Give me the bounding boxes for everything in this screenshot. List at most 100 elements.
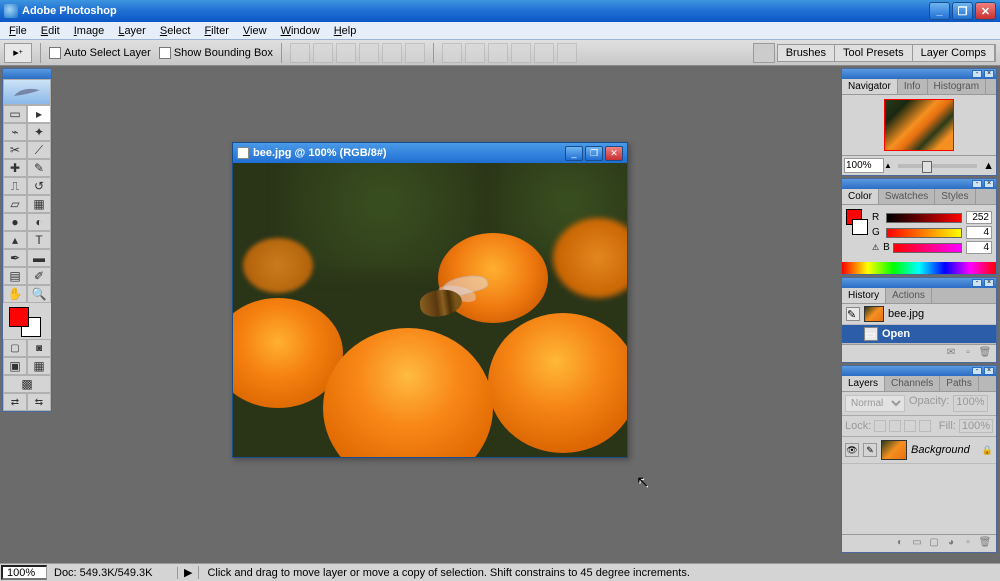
g-slider[interactable] (886, 228, 962, 238)
pen-tool[interactable]: ✒ (3, 249, 27, 267)
status-doc-size[interactable]: Doc: 549.3K/549.3K (48, 567, 178, 579)
close-button[interactable]: ✕ (975, 2, 996, 20)
quickmask-mode-icon[interactable]: ◙ (27, 339, 51, 357)
layer-name-label[interactable]: Background (911, 444, 970, 456)
dock-tab-comps[interactable]: Layer Comps (913, 45, 995, 61)
status-zoom-input[interactable] (1, 565, 47, 580)
jump-imageready-icon[interactable]: ⇄ (3, 393, 27, 411)
eraser-tool[interactable]: ▱ (3, 195, 27, 213)
screen-standard-icon[interactable]: ▣ (3, 357, 27, 375)
b-value-input[interactable] (966, 241, 992, 254)
foreground-color-swatch[interactable] (9, 307, 29, 327)
tab-navigator[interactable]: Navigator (842, 79, 898, 94)
tab-paths[interactable]: Paths (940, 376, 979, 391)
panel-minimize-button[interactable]: - (972, 70, 982, 78)
layer-link-icon[interactable]: ✎ (863, 443, 877, 457)
minimize-button[interactable]: _ (929, 2, 950, 20)
g-value-input[interactable] (966, 226, 992, 239)
panel-minimize-button[interactable]: - (972, 367, 982, 375)
tab-histogram[interactable]: Histogram (928, 79, 987, 94)
move-tool[interactable]: ▸ (27, 105, 51, 123)
b-slider[interactable] (893, 243, 962, 253)
delete-layer-icon[interactable]: 🗑 (978, 537, 992, 551)
toolbox-titlebar[interactable] (3, 69, 51, 79)
panel-close-button[interactable]: × (984, 70, 994, 78)
path-select-tool[interactable]: ▴ (3, 231, 27, 249)
history-brush-tool[interactable]: ↺ (27, 177, 51, 195)
panel-minimize-button[interactable]: - (972, 180, 982, 188)
doc-close-button[interactable]: ✕ (605, 146, 623, 161)
jump-other-icon[interactable]: ⇆ (27, 393, 51, 411)
color-picker-area[interactable] (3, 303, 51, 339)
screen-full-menu-icon[interactable]: ▦ (27, 357, 51, 375)
screen-full-icon[interactable]: ▩ (3, 375, 51, 393)
new-document-icon[interactable]: ▫ (961, 347, 975, 361)
hand-tool[interactable]: ✋ (3, 285, 27, 303)
gradient-tool[interactable]: ▦ (27, 195, 51, 213)
color-bg-swatch[interactable] (852, 219, 868, 235)
new-set-icon[interactable]: ▢ (927, 537, 941, 551)
r-value-input[interactable] (966, 211, 992, 224)
notes-tool[interactable]: ▤ (3, 267, 27, 285)
menu-help[interactable]: Help (327, 23, 364, 39)
bounding-box-checkbox[interactable]: Show Bounding Box (159, 47, 273, 59)
new-layer-icon[interactable]: ▫ (961, 537, 975, 551)
dodge-tool[interactable]: ◐ (27, 213, 51, 231)
stamp-tool[interactable]: ⎍ (3, 177, 27, 195)
panel-close-button[interactable]: × (984, 367, 994, 375)
navigator-thumbnail[interactable] (884, 99, 954, 151)
new-snapshot-icon[interactable]: ✉ (944, 347, 958, 361)
layer-background-row[interactable]: 👁 ✎ Background 🔒 (842, 437, 996, 464)
panel-close-button[interactable]: × (984, 279, 994, 287)
color-spectrum[interactable] (842, 262, 996, 274)
shape-tool[interactable]: ▬ (27, 249, 51, 267)
panel-minimize-button[interactable]: - (972, 279, 982, 287)
layer-thumbnail[interactable] (881, 440, 907, 460)
panel-close-button[interactable]: × (984, 180, 994, 188)
doc-maximize-button[interactable]: ❐ (585, 146, 603, 161)
tab-info[interactable]: Info (898, 79, 928, 94)
slice-tool[interactable]: ⟋ (27, 141, 51, 159)
tab-history[interactable]: History (842, 288, 886, 303)
adjustment-layer-icon[interactable]: ◕ (944, 537, 958, 551)
menu-file[interactable]: File (2, 23, 34, 39)
eyedropper-tool[interactable]: ✐ (27, 267, 51, 285)
menu-image[interactable]: Image (67, 23, 112, 39)
tab-channels[interactable]: Channels (885, 376, 940, 391)
document-canvas[interactable] (233, 163, 627, 457)
wand-tool[interactable]: ✦ (27, 123, 51, 141)
navigator-zoom-input[interactable] (844, 158, 884, 173)
menu-filter[interactable]: Filter (197, 23, 235, 39)
standard-mode-icon[interactable]: ▢ (3, 339, 27, 357)
dock-tab-presets[interactable]: Tool Presets (835, 45, 913, 61)
tab-color[interactable]: Color (842, 189, 879, 204)
auto-select-checkbox[interactable]: Auto Select Layer (49, 47, 151, 59)
heal-tool[interactable]: ✚ (3, 159, 27, 177)
visibility-icon[interactable]: 👁 (845, 443, 859, 457)
history-step-open[interactable]: ▭ Open (842, 325, 996, 344)
marquee-tool[interactable]: ▭ (3, 105, 27, 123)
tab-styles[interactable]: Styles (935, 189, 975, 204)
palette-well-icon[interactable] (753, 43, 775, 63)
zoom-in-icon[interactable]: ▲ (983, 160, 994, 172)
menu-select[interactable]: Select (153, 23, 198, 39)
blur-tool[interactable]: ● (3, 213, 27, 231)
zoom-tool[interactable]: 🔍 (27, 285, 51, 303)
lasso-tool[interactable]: ⌁ (3, 123, 27, 141)
zoom-out-icon[interactable]: ▲ (884, 161, 892, 170)
brush-tool[interactable]: ✎ (27, 159, 51, 177)
menu-view[interactable]: View (236, 23, 274, 39)
status-menu-arrow-icon[interactable]: ▶ (178, 566, 199, 579)
zoom-slider[interactable] (898, 164, 977, 168)
layer-mask-icon[interactable]: ▭ (910, 537, 924, 551)
tab-swatches[interactable]: Swatches (879, 189, 935, 204)
history-brush-source-icon[interactable]: ✎ (846, 307, 860, 321)
current-tool-icon[interactable]: ▸+ (4, 43, 32, 63)
type-tool[interactable]: T (27, 231, 51, 249)
tab-layers[interactable]: Layers (842, 376, 885, 391)
document-titlebar[interactable]: bee.jpg @ 100% (RGB/8#) _ ❐ ✕ (233, 143, 627, 163)
doc-minimize-button[interactable]: _ (565, 146, 583, 161)
menu-edit[interactable]: Edit (34, 23, 67, 39)
history-source-row[interactable]: ✎ bee.jpg (842, 304, 996, 325)
layer-style-icon[interactable]: ◐ (893, 537, 907, 551)
